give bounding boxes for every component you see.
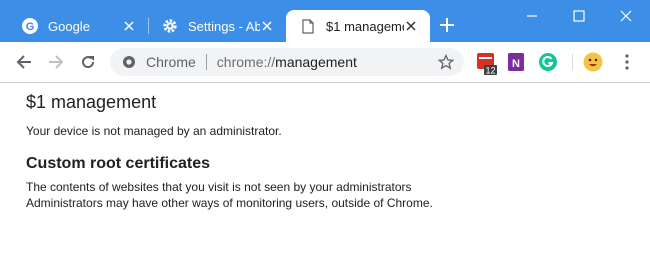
maximize-button[interactable]	[561, 4, 597, 28]
management-status-text: Your device is not managed by an adminis…	[26, 124, 282, 138]
chrome-page-icon	[122, 55, 136, 69]
tab-management[interactable]: $1 manageme	[286, 10, 430, 42]
bookmark-star-icon[interactable]	[438, 54, 454, 70]
url-text[interactable]: chrome://management	[217, 54, 438, 70]
new-tab-button[interactable]	[437, 15, 457, 35]
tab-label: Settings - Abo	[188, 18, 260, 34]
site-label: Chrome	[146, 54, 196, 70]
menu-dots-icon[interactable]	[617, 52, 637, 72]
tab-close-icon[interactable]	[404, 19, 418, 33]
reload-button[interactable]	[77, 51, 99, 73]
back-button[interactable]	[13, 51, 35, 73]
calendar-extension-icon[interactable]: 12	[476, 52, 497, 76]
tab-google[interactable]: G Google	[8, 10, 148, 42]
svg-text:N: N	[512, 58, 520, 70]
google-icon: G	[22, 18, 38, 34]
page-title: $1 management	[26, 92, 157, 112]
back-arrow-icon	[16, 55, 31, 69]
forward-button[interactable]	[45, 51, 67, 73]
tab-close-icon[interactable]	[260, 19, 274, 33]
window-close-button[interactable]	[608, 4, 644, 28]
profile-avatar-icon[interactable]	[583, 52, 603, 72]
url-scheme: chrome://	[216, 54, 276, 70]
section-title: Custom root certificates	[26, 155, 211, 172]
browser-window: G Google Settings - Abo	[0, 0, 650, 265]
document-icon	[300, 18, 316, 34]
toolbar-divider	[572, 54, 573, 70]
tab-strip: G Google Settings - Abo	[0, 0, 650, 42]
extension-badge: 12	[485, 66, 495, 76]
url-path: management	[275, 54, 357, 70]
tab-settings[interactable]: Settings - Abo	[148, 10, 286, 42]
tab-close-icon[interactable]	[122, 19, 136, 33]
address-bar[interactable]: Chrome chrome://management	[110, 48, 464, 76]
section-description-line: Administrators may have other ways of mo…	[26, 196, 433, 210]
tab-label: Google	[48, 18, 90, 34]
tab-label: $1 manageme	[326, 18, 404, 34]
forward-arrow-icon	[49, 55, 64, 69]
reload-icon	[82, 56, 95, 69]
svg-text:G: G	[26, 21, 35, 33]
grammarly-extension-icon[interactable]	[538, 52, 558, 72]
minimize-button[interactable]	[514, 4, 550, 28]
onenote-extension-icon[interactable]: N	[506, 52, 526, 72]
section-description-line: The contents of websites that you visit …	[26, 180, 412, 194]
omnibox-divider	[205, 54, 207, 70]
settings-gear-icon	[162, 18, 178, 34]
